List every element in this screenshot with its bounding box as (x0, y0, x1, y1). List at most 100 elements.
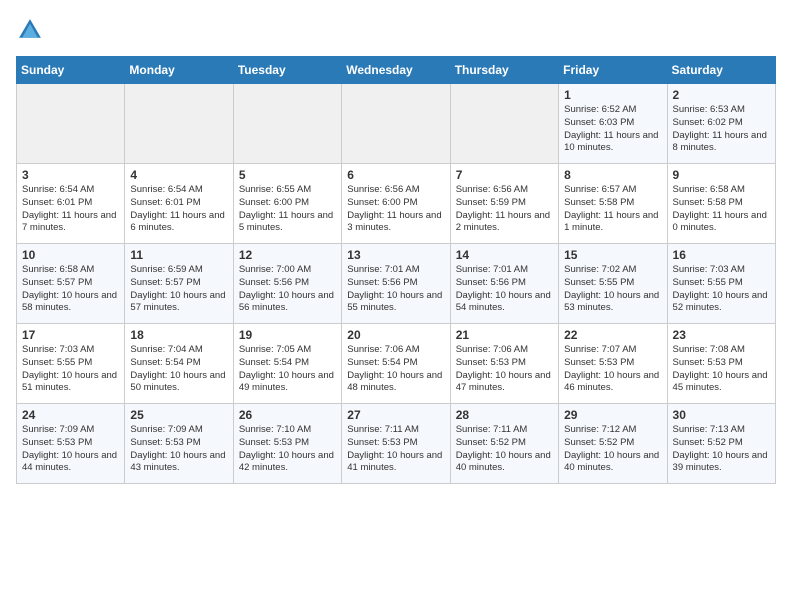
calendar-cell: 25 Sunrise: 7:09 AM Sunset: 5:53 PM Dayli… (125, 404, 233, 484)
day-info: Sunrise: 7:04 AM Sunset: 5:54 PM Dayligh… (130, 344, 227, 395)
calendar-cell: 10 Sunrise: 6:58 AM Sunset: 5:57 PM Dayli… (17, 244, 125, 324)
day-info: Sunrise: 7:11 AM Sunset: 5:52 PM Dayligh… (456, 424, 553, 475)
day-number: 17 (22, 328, 119, 342)
calendar-week-row: 10 Sunrise: 6:58 AM Sunset: 5:57 PM Dayli… (17, 244, 776, 324)
day-info: Sunrise: 7:00 AM Sunset: 5:56 PM Dayligh… (239, 264, 336, 315)
day-info: Sunrise: 6:55 AM Sunset: 6:00 PM Dayligh… (239, 184, 336, 235)
logo (16, 16, 48, 44)
day-number: 12 (239, 248, 336, 262)
calendar-cell: 8Sunrise: 6:57 AM Sunset: 5:58 PM Daylig… (559, 164, 667, 244)
calendar-table: SundayMondayTuesdayWednesdayThursdayFrid… (16, 56, 776, 484)
page-header (16, 16, 776, 44)
day-number: 1 (564, 88, 661, 102)
weekday-header-wednesday: Wednesday (342, 57, 450, 84)
calendar-week-row: 1 Sunrise: 6:52 AM Sunset: 6:03 PM Daylig… (17, 84, 776, 164)
day-info: Sunrise: 6:58 AM Sunset: 5:58 PM Dayligh… (673, 184, 770, 235)
day-number: 14 (456, 248, 553, 262)
weekday-header-tuesday: Tuesday (233, 57, 341, 84)
day-info: Sunrise: 7:12 AM Sunset: 5:52 PM Dayligh… (564, 424, 661, 475)
calendar-week-row: 24 Sunrise: 7:09 AM Sunset: 5:53 PM Dayli… (17, 404, 776, 484)
calendar-cell: 12 Sunrise: 7:00 AM Sunset: 5:56 PM Dayli… (233, 244, 341, 324)
calendar-cell (233, 84, 341, 164)
day-info: Sunrise: 6:58 AM Sunset: 5:57 PM Dayligh… (22, 264, 119, 315)
day-info: Sunrise: 6:56 AM Sunset: 6:00 PM Dayligh… (347, 184, 444, 235)
day-info: Sunrise: 7:11 AM Sunset: 5:53 PM Dayligh… (347, 424, 444, 475)
calendar-cell: 17 Sunrise: 7:03 AM Sunset: 5:55 PM Dayli… (17, 324, 125, 404)
day-number: 28 (456, 408, 553, 422)
day-number: 18 (130, 328, 227, 342)
day-info: Sunrise: 6:54 AM Sunset: 6:01 PM Dayligh… (22, 184, 119, 235)
day-info: Sunrise: 7:03 AM Sunset: 5:55 PM Dayligh… (22, 344, 119, 395)
day-number: 9 (673, 168, 770, 182)
day-number: 19 (239, 328, 336, 342)
day-number: 27 (347, 408, 444, 422)
day-number: 11 (130, 248, 227, 262)
calendar-cell: 23 Sunrise: 7:08 AM Sunset: 5:53 PM Dayli… (667, 324, 775, 404)
day-number: 15 (564, 248, 661, 262)
day-number: 6 (347, 168, 444, 182)
day-info: Sunrise: 6:53 AM Sunset: 6:02 PM Dayligh… (673, 104, 770, 155)
calendar-cell: 5Sunrise: 6:55 AM Sunset: 6:00 PM Daylig… (233, 164, 341, 244)
day-number: 23 (673, 328, 770, 342)
calendar-cell: 4 Sunrise: 6:54 AM Sunset: 6:01 PM Daylig… (125, 164, 233, 244)
calendar-cell (125, 84, 233, 164)
day-info: Sunrise: 7:01 AM Sunset: 5:56 PM Dayligh… (347, 264, 444, 315)
day-number: 7 (456, 168, 553, 182)
calendar-week-row: 3 Sunrise: 6:54 AM Sunset: 6:01 PM Daylig… (17, 164, 776, 244)
day-info: Sunrise: 7:09 AM Sunset: 5:53 PM Dayligh… (130, 424, 227, 475)
calendar-cell: 24 Sunrise: 7:09 AM Sunset: 5:53 PM Dayli… (17, 404, 125, 484)
calendar-cell: 30Sunrise: 7:13 AM Sunset: 5:52 PM Dayli… (667, 404, 775, 484)
day-number: 29 (564, 408, 661, 422)
calendar-cell: 21Sunrise: 7:06 AM Sunset: 5:53 PM Dayli… (450, 324, 558, 404)
calendar-cell: 13 Sunrise: 7:01 AM Sunset: 5:56 PM Dayli… (342, 244, 450, 324)
day-info: Sunrise: 7:07 AM Sunset: 5:53 PM Dayligh… (564, 344, 661, 395)
calendar-cell: 28 Sunrise: 7:11 AM Sunset: 5:52 PM Dayli… (450, 404, 558, 484)
day-info: Sunrise: 7:08 AM Sunset: 5:53 PM Dayligh… (673, 344, 770, 395)
day-number: 24 (22, 408, 119, 422)
day-info: Sunrise: 6:56 AM Sunset: 5:59 PM Dayligh… (456, 184, 553, 235)
calendar-cell: 2Sunrise: 6:53 AM Sunset: 6:02 PM Daylig… (667, 84, 775, 164)
day-info: Sunrise: 7:09 AM Sunset: 5:53 PM Dayligh… (22, 424, 119, 475)
weekday-header-sunday: Sunday (17, 57, 125, 84)
calendar-cell: 1 Sunrise: 6:52 AM Sunset: 6:03 PM Daylig… (559, 84, 667, 164)
day-number: 25 (130, 408, 227, 422)
calendar-cell: 18 Sunrise: 7:04 AM Sunset: 5:54 PM Dayli… (125, 324, 233, 404)
calendar-cell: 16 Sunrise: 7:03 AM Sunset: 5:55 PM Dayli… (667, 244, 775, 324)
weekday-header-friday: Friday (559, 57, 667, 84)
day-info: Sunrise: 7:06 AM Sunset: 5:54 PM Dayligh… (347, 344, 444, 395)
calendar-cell (450, 84, 558, 164)
weekday-header-row: SundayMondayTuesdayWednesdayThursdayFrid… (17, 57, 776, 84)
calendar-cell: 6 Sunrise: 6:56 AM Sunset: 6:00 PM Daylig… (342, 164, 450, 244)
calendar-cell: 15 Sunrise: 7:02 AM Sunset: 5:55 PM Dayli… (559, 244, 667, 324)
day-info: Sunrise: 6:59 AM Sunset: 5:57 PM Dayligh… (130, 264, 227, 315)
day-info: Sunrise: 7:03 AM Sunset: 5:55 PM Dayligh… (673, 264, 770, 315)
calendar-cell: 19 Sunrise: 7:05 AM Sunset: 5:54 PM Dayli… (233, 324, 341, 404)
day-number: 26 (239, 408, 336, 422)
calendar-cell (17, 84, 125, 164)
calendar-cell: 20 Sunrise: 7:06 AM Sunset: 5:54 PM Dayli… (342, 324, 450, 404)
weekday-header-monday: Monday (125, 57, 233, 84)
day-number: 8 (564, 168, 661, 182)
day-number: 3 (22, 168, 119, 182)
day-info: Sunrise: 7:02 AM Sunset: 5:55 PM Dayligh… (564, 264, 661, 315)
day-info: Sunrise: 6:54 AM Sunset: 6:01 PM Dayligh… (130, 184, 227, 235)
day-info: Sunrise: 7:05 AM Sunset: 5:54 PM Dayligh… (239, 344, 336, 395)
calendar-cell: 27 Sunrise: 7:11 AM Sunset: 5:53 PM Dayli… (342, 404, 450, 484)
day-info: Sunrise: 6:52 AM Sunset: 6:03 PM Dayligh… (564, 104, 661, 155)
calendar-week-row: 17 Sunrise: 7:03 AM Sunset: 5:55 PM Dayli… (17, 324, 776, 404)
day-number: 16 (673, 248, 770, 262)
calendar-cell (342, 84, 450, 164)
calendar-cell: 3 Sunrise: 6:54 AM Sunset: 6:01 PM Daylig… (17, 164, 125, 244)
day-number: 13 (347, 248, 444, 262)
calendar-cell: 26Sunrise: 7:10 AM Sunset: 5:53 PM Dayli… (233, 404, 341, 484)
weekday-header-thursday: Thursday (450, 57, 558, 84)
calendar-cell: 14 Sunrise: 7:01 AM Sunset: 5:56 PM Dayli… (450, 244, 558, 324)
day-number: 4 (130, 168, 227, 182)
day-number: 10 (22, 248, 119, 262)
day-number: 22 (564, 328, 661, 342)
day-info: Sunrise: 7:01 AM Sunset: 5:56 PM Dayligh… (456, 264, 553, 315)
day-number: 20 (347, 328, 444, 342)
day-number: 21 (456, 328, 553, 342)
weekday-header-saturday: Saturday (667, 57, 775, 84)
day-number: 30 (673, 408, 770, 422)
